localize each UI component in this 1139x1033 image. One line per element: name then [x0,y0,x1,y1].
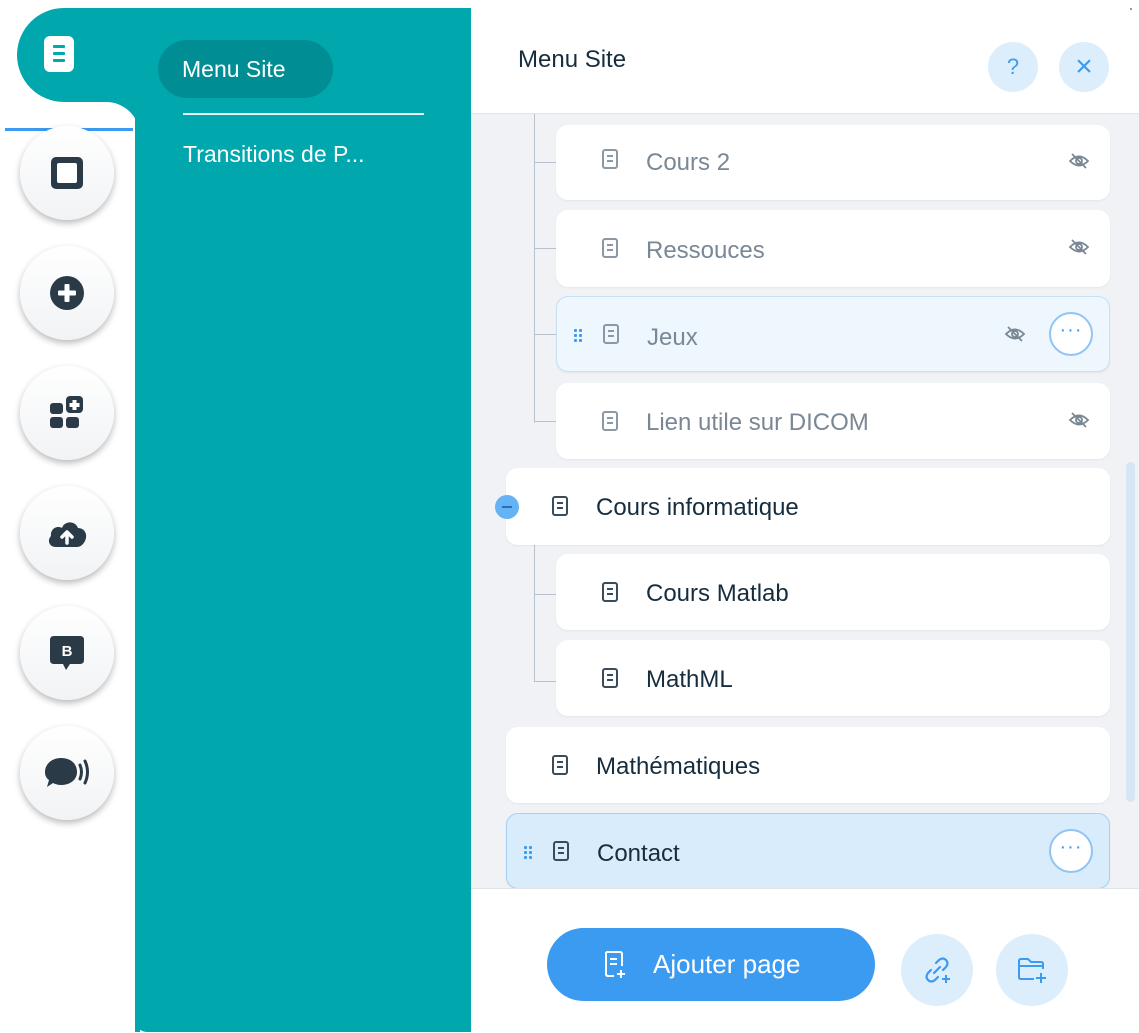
pages-side-panel-strip [135,102,140,1032]
add-elements-button[interactable] [20,246,114,340]
collapse-toggle-icon[interactable] [495,495,519,519]
chat-icon [45,758,89,787]
add-link-icon [925,957,950,983]
tree-connector [534,113,535,423]
tree-item-jeux[interactable]: Jeux ··· [556,296,1110,372]
tree-connector [534,334,556,335]
transitions-tab[interactable]: Transitions de P... [183,141,365,168]
tree-item-cours-informatique[interactable]: Cours informatique [506,468,1110,545]
chat-button[interactable] [20,726,114,820]
add-page-label: Ajouter page [653,949,801,979]
add-icon [50,276,84,310]
add-folder-icon [1018,958,1046,983]
tree-item-label: Jeux [647,324,698,351]
page-icon [602,149,618,169]
drag-handle-icon[interactable] [524,846,532,859]
add-page-button[interactable]: Ajouter page [547,928,875,1001]
square-icon [51,157,83,189]
page-icon [602,238,618,258]
tree-item-label: Mathématiques [596,753,761,780]
page-icon [603,324,619,344]
pages-icon[interactable] [44,36,74,72]
tree-connector [534,248,556,249]
svg-text:B: B [62,643,73,660]
blog-button[interactable]: B [20,606,114,700]
menu-site-tab[interactable]: Menu Site [158,40,333,98]
tree-connector [534,421,556,422]
apps-button[interactable] [20,366,114,460]
add-folder-button[interactable] [996,934,1068,1006]
tree-item-contact[interactable]: Contact ··· [506,813,1110,889]
page-icon [553,841,569,861]
cloud-upload-icon [48,522,87,547]
more-actions-button[interactable]: ··· [1049,829,1093,873]
tree-item-label: Contact [597,840,680,867]
page-icon [602,668,618,688]
hidden-eye-icon[interactable] [1068,411,1090,429]
drag-handle-icon[interactable] [574,329,582,342]
tree-item-cours-matlab[interactable]: Cours Matlab [556,554,1110,630]
page-icon [602,411,618,431]
hidden-eye-icon[interactable] [1068,238,1090,256]
tree-item-label: Lien utile sur DICOM [646,409,869,436]
page-icon [552,755,568,775]
add-page-icon [605,951,625,978]
tree-connector [534,545,535,682]
help-button[interactable]: ? [988,42,1038,92]
blog-icon: B [50,636,84,670]
tree-item-cours-2[interactable]: Cours 2 [556,125,1110,200]
add-link-button[interactable] [901,934,973,1006]
scrollbar[interactable] [1126,462,1135,802]
tree-item-label: Ressouces [646,237,765,264]
panel-divider [183,113,424,115]
tree-connector [534,681,556,682]
tree-item-label: Cours informatique [596,494,799,521]
tree-item-label: Cours Matlab [646,580,789,607]
background-button[interactable] [20,126,114,220]
hidden-eye-icon[interactable] [1004,325,1026,343]
page-icon [552,496,568,516]
corner-mark [1130,8,1132,10]
tree-item-ressouces[interactable]: Ressouces [556,210,1110,287]
apps-icon [50,396,83,428]
tree-connector [534,594,556,595]
tree-item-mathml[interactable]: MathML [556,640,1110,716]
page-icon [602,582,618,602]
pages-tab-fill [100,8,140,102]
tree-connector [534,162,556,163]
close-button[interactable]: × [1059,42,1109,92]
hidden-eye-icon[interactable] [1068,152,1090,170]
tree-item-mathematiques[interactable]: Mathématiques [506,727,1110,803]
tree-item-lien-utile[interactable]: Lien utile sur DICOM [556,383,1110,459]
tree-item-label: Cours 2 [646,149,731,176]
panel-title: Menu Site [518,46,627,73]
more-actions-button[interactable]: ··· [1049,312,1093,356]
tree-item-label: MathML [646,666,733,693]
upload-button[interactable] [20,486,114,580]
